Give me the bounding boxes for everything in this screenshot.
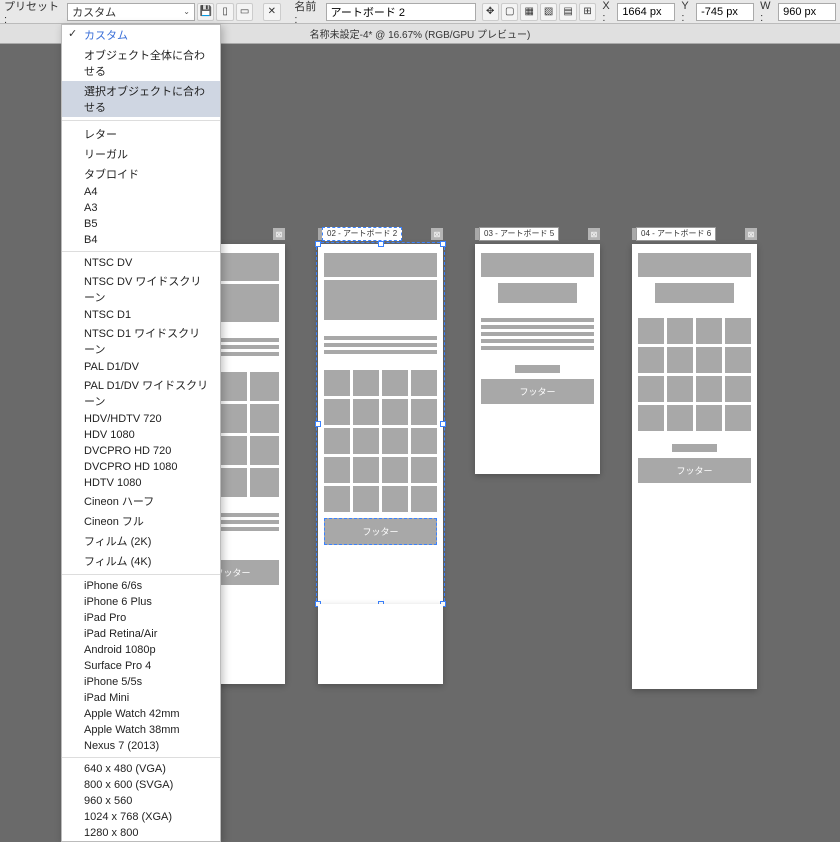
preset-value: カスタム [72, 4, 116, 20]
preset-menu-item[interactable]: 960 x 560 [62, 793, 220, 809]
preset-menu-item[interactable]: iPhone 6 Plus [62, 594, 220, 610]
preset-menu-item[interactable]: フィルム (4K) [62, 551, 220, 571]
artboard-3[interactable]: 03 - アートボード 5 ⊠ フッター [475, 244, 600, 474]
align-3-icon[interactable]: ▧ [540, 3, 557, 21]
preset-dropdown[interactable]: カスタム ⌄ [67, 3, 195, 21]
artboard-3-label: 03 - アートボード 5 [479, 227, 559, 241]
preset-menu-item[interactable]: NTSC D1 ワイドスクリーン [62, 323, 220, 359]
close-icon[interactable]: ⊠ [745, 228, 757, 240]
preset-menu-item[interactable]: レター [62, 124, 220, 144]
y-input[interactable] [696, 3, 754, 21]
artboard-4[interactable]: 04 - アートボード 6 ⊠ フッター [632, 244, 757, 689]
registration-icon[interactable]: ⊞ [579, 3, 596, 21]
preset-menu-item[interactable]: iPad Pro [62, 610, 220, 626]
preset-menu-item[interactable]: リーガル [62, 144, 220, 164]
preset-menu-item[interactable]: A3 [62, 200, 220, 216]
save-preset-icon[interactable]: 💾 [197, 3, 214, 21]
artboard-4-footer: フッター [638, 458, 751, 483]
preset-menu-item[interactable]: Apple Watch 38mm [62, 722, 220, 738]
chevron-down-icon: ⌄ [183, 7, 190, 16]
preset-menu-item[interactable]: B4 [62, 232, 220, 248]
artboard-2-extension [318, 604, 443, 684]
y-label: Y : [681, 0, 694, 24]
preset-menu-item[interactable]: DVCPRO HD 1080 [62, 459, 220, 475]
preset-menu-item[interactable]: 800 x 600 (SVGA) [62, 777, 220, 793]
preset-menu-item[interactable]: HDTV 1080 [62, 475, 220, 491]
preset-menu-item[interactable]: Android 1080p [62, 642, 220, 658]
preset-menu-item[interactable]: DVCPRO HD 720 [62, 443, 220, 459]
close-icon[interactable]: ⊠ [588, 228, 600, 240]
document-tab-label: 名称未設定-4* @ 16.67% (RGB/GPU プレビュー) [310, 26, 531, 41]
preset-menu-item[interactable]: 選択オブジェクトに合わせる [62, 81, 220, 117]
preset-menu-item[interactable]: Cineon フル [62, 511, 220, 531]
preset-menu-item[interactable]: NTSC D1 [62, 307, 220, 323]
artboard-3-footer: フッター [481, 379, 594, 404]
x-input[interactable] [617, 3, 675, 21]
artboard-name-input[interactable] [326, 3, 476, 21]
portrait-icon[interactable]: ▯ [216, 3, 233, 21]
preset-menu-item[interactable]: iPad Retina/Air [62, 626, 220, 642]
artboard-2-selected[interactable]: 02 - アートボード 2 ⊠ フッター [318, 244, 443, 604]
preset-menu-item[interactable]: iPad Mini [62, 690, 220, 706]
top-toolbar: プリセット : カスタム ⌄ 💾 ▯ ▭ ✕ 名前 : ✥ ▢ ▦ ▧ ▤ ⊞ … [0, 0, 840, 24]
w-label: W : [760, 0, 776, 24]
preset-menu-item[interactable]: iPhone 5/5s [62, 674, 220, 690]
preset-label: プリセット : [4, 0, 63, 26]
preset-menu-item[interactable]: Apple Watch 42mm [62, 706, 220, 722]
artboard-2-label: 02 - アートボード 2 [322, 227, 402, 241]
preset-menu-item[interactable]: PAL D1/DV [62, 359, 220, 375]
move-icon[interactable]: ✥ [482, 3, 499, 21]
align-2-icon[interactable]: ▦ [520, 3, 537, 21]
artboard-4-label: 04 - アートボード 6 [636, 227, 716, 241]
preset-menu-item[interactable]: HDV 1080 [62, 427, 220, 443]
preset-menu-item[interactable]: A4 [62, 184, 220, 200]
landscape-icon[interactable]: ▭ [236, 3, 253, 21]
w-input[interactable] [778, 3, 836, 21]
preset-dropdown-menu[interactable]: カスタムオブジェクト全体に合わせる選択オブジェクトに合わせるレターリーガルタブロ… [61, 24, 221, 842]
x-label: X : [602, 0, 615, 24]
preset-menu-item[interactable]: NTSC DV ワイドスクリーン [62, 271, 220, 307]
align-1-icon[interactable]: ▢ [501, 3, 518, 21]
preset-menu-item[interactable]: Surface Pro 4 [62, 658, 220, 674]
preset-menu-item[interactable]: iPhone 6/6s [62, 578, 220, 594]
preset-menu-item[interactable]: B5 [62, 216, 220, 232]
preset-menu-item[interactable]: タブロイド [62, 164, 220, 184]
preset-menu-item[interactable]: 640 x 480 (VGA) [62, 761, 220, 777]
grid-icon[interactable]: ▤ [559, 3, 576, 21]
close-icon[interactable]: ⊠ [273, 228, 285, 240]
preset-menu-item[interactable]: カスタム [62, 25, 220, 45]
delete-icon[interactable]: ✕ [263, 3, 280, 21]
close-icon[interactable]: ⊠ [431, 228, 443, 240]
preset-menu-item[interactable]: 1024 x 768 (XGA) [62, 809, 220, 825]
preset-menu-item[interactable]: PAL D1/DV ワイドスクリーン [62, 375, 220, 411]
preset-menu-item[interactable]: NTSC DV [62, 255, 220, 271]
artboard-2-footer: フッター [324, 518, 437, 545]
name-label: 名前 : [294, 0, 321, 26]
preset-menu-item[interactable]: オブジェクト全体に合わせる [62, 45, 220, 81]
preset-menu-item[interactable]: Cineon ハーフ [62, 491, 220, 511]
preset-menu-item[interactable]: 1280 x 800 [62, 825, 220, 841]
preset-menu-item[interactable]: HDV/HDTV 720 [62, 411, 220, 427]
preset-menu-item[interactable]: フィルム (2K) [62, 531, 220, 551]
